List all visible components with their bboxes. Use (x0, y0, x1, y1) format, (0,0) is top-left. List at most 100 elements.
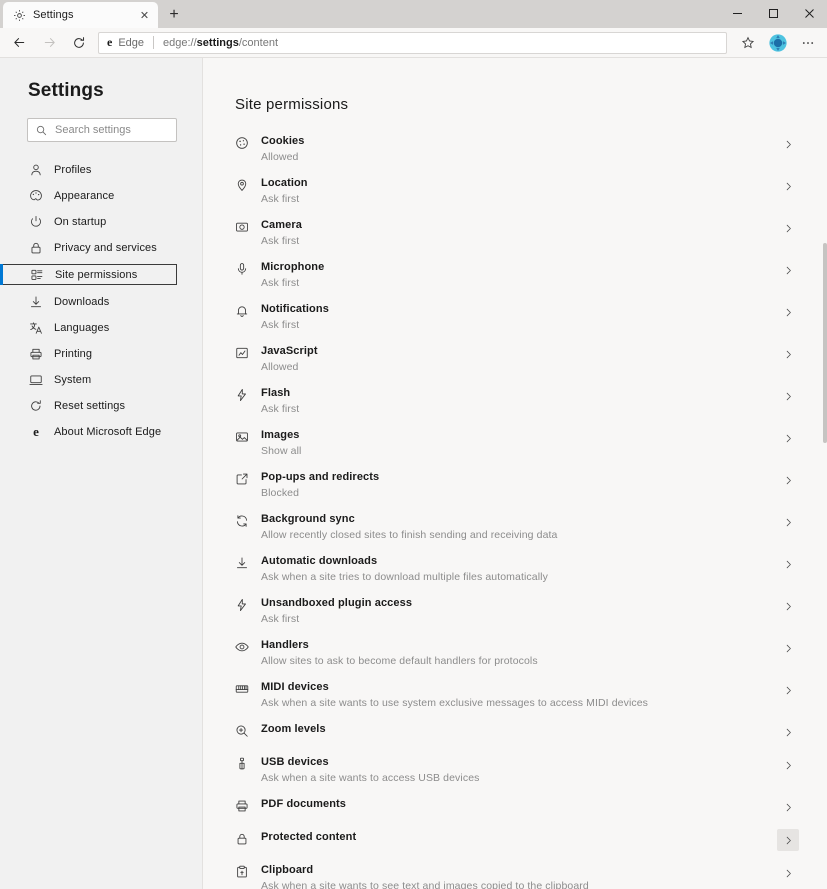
search-settings-input[interactable]: Search settings (27, 118, 177, 142)
maximize-button[interactable] (755, 0, 791, 26)
permission-title: Cookies (261, 135, 305, 147)
permission-row[interactable]: Background sync Allow recently closed sit… (235, 506, 799, 548)
edge-logo-icon: e (107, 35, 113, 49)
permission-text: USB devices Ask when a site wants to acce… (253, 755, 777, 785)
new-tab-button[interactable]: + (161, 3, 187, 27)
page-title: Settings (28, 80, 104, 101)
chevron-right-icon[interactable] (777, 754, 799, 776)
chevron-right-icon[interactable] (777, 427, 799, 449)
chevron-right-icon[interactable] (777, 385, 799, 407)
permission-row[interactable]: Unsandboxed plugin access Ask first (235, 590, 799, 632)
favorite-star-icon[interactable] (733, 30, 763, 56)
permission-row[interactable]: USB devices Ask when a site wants to acce… (235, 749, 799, 791)
chevron-right-icon[interactable] (777, 796, 799, 818)
chevron-right-icon[interactable] (777, 721, 799, 743)
permission-row[interactable]: Clipboard Ask when a site wants to see te… (235, 857, 799, 889)
profile-avatar[interactable] (763, 30, 793, 56)
permission-title: Location (261, 177, 308, 189)
sidebar-item-about-microsoft-edge[interactable]: e About Microsoft Edge (0, 422, 177, 441)
permission-title: Automatic downloads (261, 555, 378, 567)
scrollbar-thumb[interactable] (823, 243, 827, 443)
address-bar[interactable]: e Edge edge://settings/content (98, 31, 727, 54)
sidebar-item-reset-settings[interactable]: Reset settings (0, 396, 177, 415)
permission-row[interactable]: JavaScript Allowed (235, 338, 799, 380)
pdf-icon (235, 798, 253, 814)
chevron-right-icon[interactable] (777, 553, 799, 575)
permission-row[interactable]: Protected content (235, 824, 799, 857)
back-button[interactable] (4, 30, 34, 56)
chevron-right-icon[interactable] (777, 469, 799, 491)
permission-row[interactable]: Handlers Allow sites to ask to become def… (235, 632, 799, 674)
content-scrollbar[interactable] (823, 58, 827, 889)
close-icon[interactable]: ✕ (137, 8, 152, 23)
permission-text: Background sync Allow recently closed sit… (253, 512, 777, 542)
eye-icon (235, 639, 253, 655)
browser-window: Settings ✕ + e Edge edge://settings/cont… (0, 0, 827, 889)
sidebar-item-downloads[interactable]: Downloads (0, 292, 177, 311)
permission-text: Cookies Allowed (253, 134, 777, 164)
permission-row[interactable]: Camera Ask first (235, 212, 799, 254)
script-icon (235, 345, 253, 361)
chevron-right-icon[interactable] (777, 217, 799, 239)
permission-title: Flash (261, 387, 291, 399)
permission-text: Zoom levels (253, 722, 777, 736)
image-icon (235, 429, 253, 445)
permission-row[interactable]: Pop-ups and redirects Blocked (235, 464, 799, 506)
edge-identity-badge: e Edge (107, 35, 144, 50)
tab-settings[interactable]: Settings ✕ (3, 2, 158, 28)
chevron-right-icon[interactable] (777, 637, 799, 659)
chevron-right-icon[interactable] (777, 301, 799, 323)
more-menu-button[interactable] (793, 30, 823, 56)
permission-title: Pop-ups and redirects (261, 471, 380, 483)
close-window-button[interactable] (791, 0, 827, 26)
permission-row[interactable]: Zoom levels (235, 716, 799, 749)
sidebar-item-profiles[interactable]: Profiles (0, 160, 177, 179)
permission-subtitle: Ask when a site tries to download multip… (261, 571, 548, 583)
permission-row[interactable]: Images Show all (235, 422, 799, 464)
permission-subtitle: Allowed (261, 361, 299, 373)
permission-title: JavaScript (261, 345, 318, 357)
chevron-right-icon[interactable] (777, 862, 799, 884)
minimize-button[interactable] (719, 0, 755, 26)
sidebar-item-on-startup[interactable]: On startup (0, 212, 177, 231)
permission-row[interactable]: Notifications Ask first (235, 296, 799, 338)
chevron-right-icon[interactable] (777, 133, 799, 155)
permission-row[interactable]: Flash Ask first (235, 380, 799, 422)
sidebar-item-system[interactable]: System (0, 370, 177, 389)
permission-title: Images (261, 429, 300, 441)
chevron-right-icon[interactable] (777, 343, 799, 365)
sidebar-item-label: On startup (54, 215, 107, 228)
permission-row[interactable]: Location Ask first (235, 170, 799, 212)
permission-text: MIDI devices Ask when a site wants to use… (253, 680, 777, 710)
sidebar-item-privacy-and-services[interactable]: Privacy and services (0, 238, 177, 257)
sidebar-item-printing[interactable]: Printing (0, 344, 177, 363)
permission-row[interactable]: Cookies Allowed (235, 128, 799, 170)
chevron-right-icon[interactable] (777, 829, 799, 851)
chevron-right-icon[interactable] (777, 679, 799, 701)
permission-row[interactable]: MIDI devices Ask when a site wants to use… (235, 674, 799, 716)
chevron-right-icon[interactable] (777, 259, 799, 281)
permission-text: Handlers Allow sites to ask to become def… (253, 638, 777, 668)
reload-button[interactable] (64, 30, 94, 56)
language-icon (29, 321, 43, 335)
sidebar-item-languages[interactable]: Languages (0, 318, 177, 337)
chevron-right-icon[interactable] (777, 511, 799, 533)
bell-icon (235, 303, 253, 319)
permission-text: Protected content (253, 830, 777, 844)
location-pin-icon (235, 177, 253, 193)
sidebar-item-label: Downloads (54, 295, 110, 308)
chevron-right-icon[interactable] (777, 595, 799, 617)
permission-row[interactable]: Microphone Ask first (235, 254, 799, 296)
permission-row[interactable]: Automatic downloads Ask when a site tries… (235, 548, 799, 590)
sidebar-item-appearance[interactable]: Appearance (0, 186, 177, 205)
permission-subtitle: Allowed (261, 151, 299, 163)
chevron-right-icon[interactable] (777, 175, 799, 197)
permission-title: PDF documents (261, 798, 347, 810)
sidebar-item-site-permissions[interactable]: Site permissions (0, 264, 177, 285)
permission-row[interactable]: PDF documents (235, 791, 799, 824)
toolbar-right-actions (733, 30, 823, 56)
permission-title: Microphone (261, 261, 325, 273)
padlock-icon (235, 831, 253, 847)
printer-icon (29, 347, 43, 361)
sidebar-item-label: About Microsoft Edge (54, 425, 162, 438)
